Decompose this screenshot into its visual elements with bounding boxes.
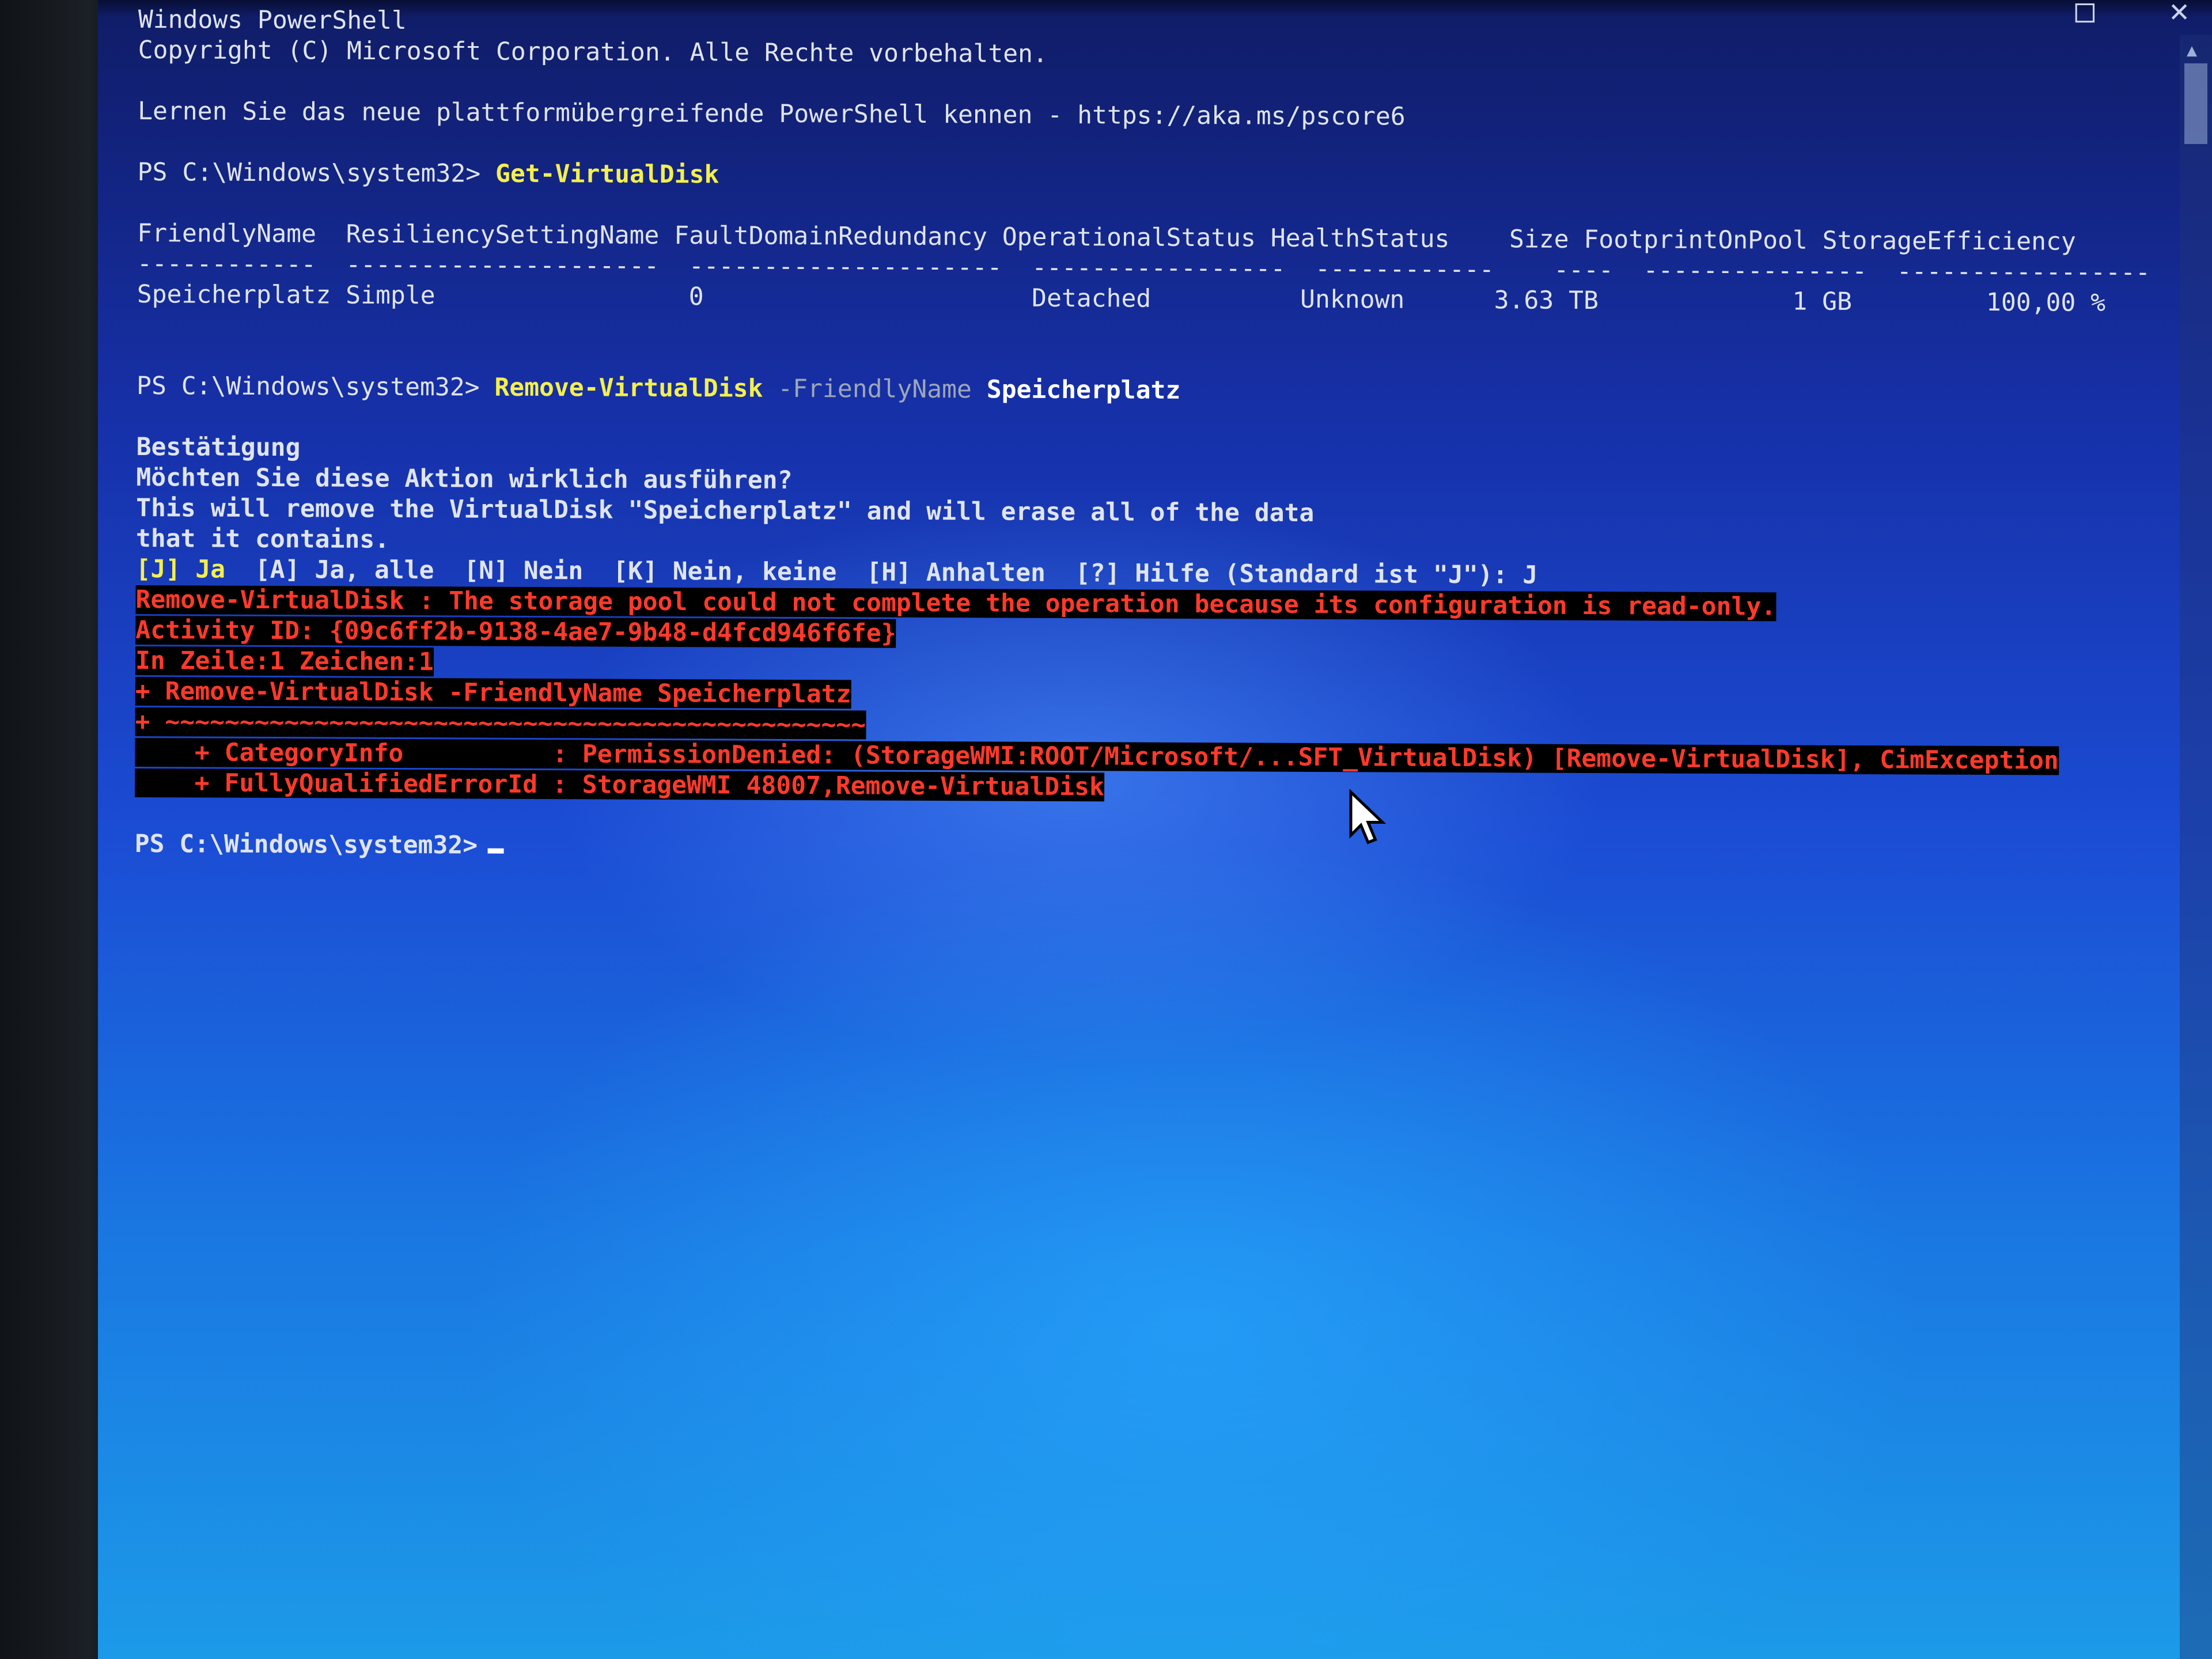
prompt-text: PS C:\Windows\system32> [137,371,480,402]
cell-health: Unknown [1300,285,1405,315]
vertical-scrollbar[interactable]: ▲ [2180,35,2212,1659]
console-output[interactable]: Windows PowerShell Copyright (C) Microso… [135,5,2177,868]
text-cursor [488,848,505,854]
error-underline: + ~~~~~~~~~~~~~~~~~~~~~~~~~~~~~~~~~~~~~~… [135,707,866,740]
command-argument: Speicherplatz [986,375,1181,405]
scroll-up-arrow-icon[interactable]: ▲ [2187,40,2197,60]
cell-footprint: 1 GB [1792,287,1853,316]
choice-list: [A] Ja, alle [N] Nein [K] Nein, keine [H… [225,555,1538,590]
command-parameter: -FriendlyName [778,374,972,404]
powershell-window: □ ✕ ▲ Windows PowerShell Copyright (C) M… [98,0,2212,1659]
scrollbar-thumb[interactable] [2184,63,2207,144]
command-name: Get-VirtualDisk [495,159,719,190]
error-fully-qualified-id: + FullyQualifiedErrorId : StorageWMI 480… [134,768,1104,802]
mouse-pointer-icon [1349,789,1387,844]
col-friendlyname: FriendlyName [137,218,317,249]
col-size: Size [1509,225,1569,254]
error-activity-id: Activity ID: {09c6ff2b-9138-4ae7-9b48-d4… [135,615,896,648]
cell-friendlyname: Speicherplatz [137,279,331,310]
cell-operational: Detached [1032,283,1152,313]
cell-size: 3.63 TB [1494,286,1599,316]
col-resiliency: ResiliencySettingName [346,219,660,250]
cell-efficiency: 100,00 % [1986,288,2106,317]
cell-faultdomain: 0 [688,282,704,312]
prompt-text: PS C:\Windows\system32> [137,157,481,188]
default-choice: [J] Ja [135,554,226,584]
error-location: In Zeile:1 Zeichen:1 [135,646,434,677]
error-command-echo: + Remove-VirtualDisk -FriendlyName Speic… [135,676,851,709]
col-operational: OperationalStatus [1002,222,1256,253]
col-faultdomain: FaultDomainRedundancy [674,221,988,252]
cell-resiliency: Simple [346,281,435,310]
col-efficiency: StorageEfficiency [1822,226,2076,256]
prompt-text: PS C:\Windows\system32> [134,829,478,860]
col-health: HealthStatus [1270,224,1450,253]
col-footprint: FootprintOnPool [1584,225,1808,255]
command-name: Remove-VirtualDisk [494,373,763,403]
